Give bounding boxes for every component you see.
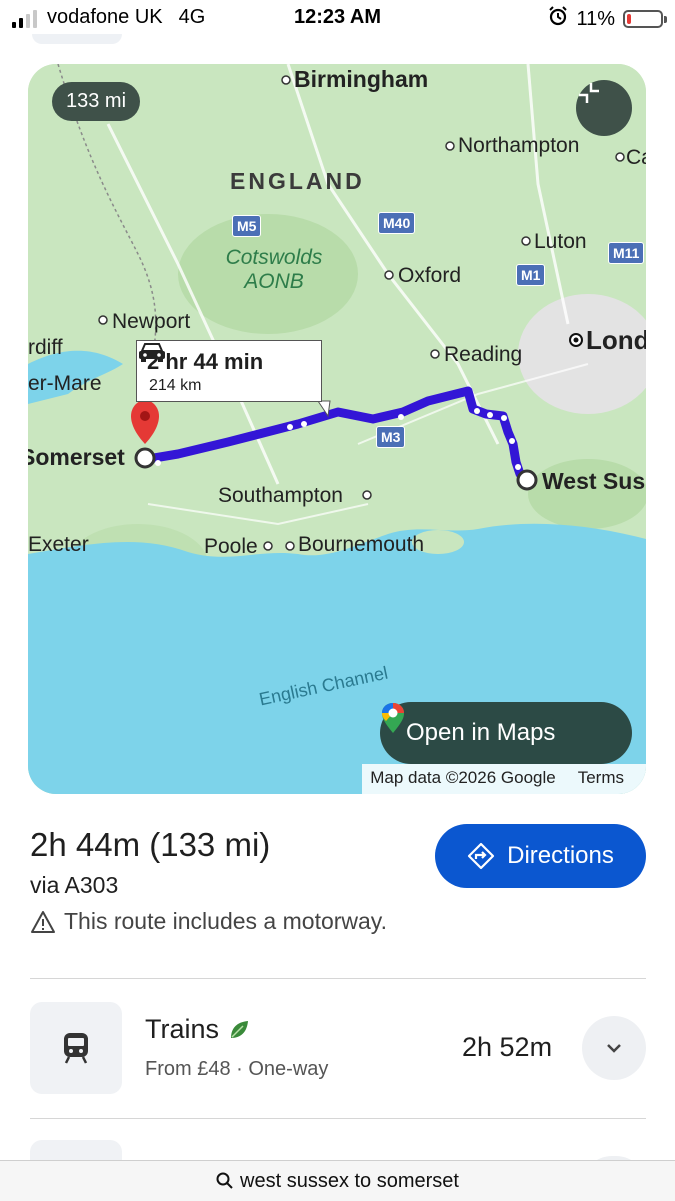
callout-distance: 214 km	[149, 377, 202, 394]
map-label-luton: Luton	[534, 230, 587, 253]
map-label-poole: Poole	[204, 535, 258, 558]
route-warning: This route includes a motorway.	[30, 908, 387, 935]
previous-card-edge	[32, 34, 122, 44]
collapse-icon	[579, 83, 599, 103]
route-summary: 2h 44m (133 mi)	[30, 826, 271, 863]
map-label-oxford: Oxford	[398, 264, 462, 287]
map-label-southampton: Southampton	[218, 484, 343, 507]
map-label-newport: Newport	[112, 310, 191, 333]
map-label-london: Lond	[586, 325, 646, 355]
map-label-cardiff: rdiff	[28, 336, 63, 359]
map-label-england: ENGLAND	[230, 168, 365, 194]
directions-label: Directions	[507, 842, 614, 869]
car-icon	[139, 343, 165, 362]
route-callout[interactable]: 2 hr 44 min 214 km	[136, 340, 322, 402]
map-label-weston: er-Mare	[28, 372, 102, 395]
motorway-shield-m1: M1	[516, 264, 546, 286]
map-attribution: Map data ©2026 Google Terms	[362, 764, 646, 794]
warning-icon	[31, 910, 55, 933]
directions-button[interactable]: Directions	[435, 824, 646, 888]
eco-leaf-icon	[231, 1020, 249, 1038]
map-label-birmingham: Birmingham	[294, 66, 429, 92]
collapse-map-button[interactable]	[576, 80, 632, 136]
train-mode-tile	[30, 1002, 122, 1094]
map-label-northampton: Northampton	[458, 134, 580, 157]
alarm-icon	[548, 6, 568, 32]
google-maps-pin-icon	[382, 703, 404, 733]
battery-percent: 11%	[576, 7, 615, 30]
train-title-text: Trains	[145, 1014, 220, 1044]
route-warning-text: This route includes a motorway.	[64, 908, 387, 934]
map-label-bournemouth: Bournemouth	[298, 533, 425, 556]
search-icon	[216, 1172, 233, 1189]
map-label-reading: Reading	[444, 343, 523, 366]
map-data-credit: Map data ©2026 Google	[370, 768, 556, 787]
route-via: via A303	[30, 872, 119, 898]
train-price: From £48 · One-way	[145, 1058, 329, 1080]
expand-trains-button[interactable]	[582, 1016, 646, 1080]
map-label-cambridge: Ca	[626, 146, 646, 169]
train-duration: 2h 52m	[462, 1032, 553, 1062]
directions-icon	[468, 842, 495, 870]
distance-chip: 133 mi	[52, 82, 141, 121]
aonb-text: AONB	[244, 270, 304, 293]
map-label-somerset: Somerset	[28, 444, 125, 470]
train-title: Trains	[145, 1014, 251, 1045]
map-label-west-sussex: West Sus	[542, 468, 646, 494]
motorway-shield-m40: M40	[378, 212, 416, 234]
motorway-shield-m3: M3	[376, 426, 406, 448]
map-label-cotswolds: Cotswolds AONB	[214, 246, 334, 294]
status-right: 11%	[548, 6, 667, 32]
map-label-exeter: Exeter	[28, 533, 89, 556]
open-in-maps-label: Open in Maps	[406, 719, 556, 746]
divider	[30, 1118, 646, 1119]
motorway-shield-m11: M11	[608, 242, 645, 264]
battery-icon	[623, 10, 667, 28]
open-in-maps-button[interactable]: Open in Maps	[380, 702, 632, 764]
search-query: west sussex to somerset	[240, 1169, 459, 1192]
motorway-shield-m5: M5	[232, 215, 262, 237]
route-map[interactable]: Birmingham Northampton Ca ENGLAND Cotswo…	[28, 64, 646, 794]
terms-link[interactable]: Terms	[578, 768, 624, 788]
divider	[30, 978, 646, 979]
search-bar[interactable]: west sussex to somerset	[0, 1160, 675, 1201]
cotswolds-text: Cotswolds	[225, 246, 323, 269]
train-icon	[64, 1033, 88, 1064]
chevron-down-icon	[607, 1044, 621, 1053]
